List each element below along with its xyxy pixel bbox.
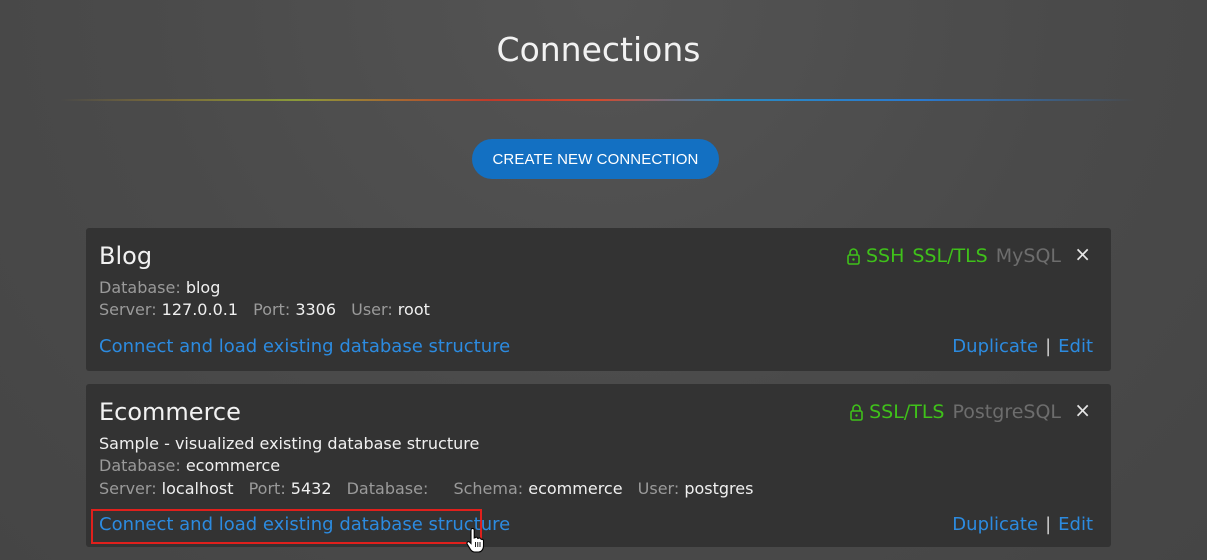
hand-pointer-icon: [466, 528, 484, 553]
duplicate-link[interactable]: Duplicate: [952, 514, 1038, 535]
close-icon[interactable]: ×: [1074, 400, 1091, 420]
server-line: Server: localhost Port: 5432 Database: S…: [99, 479, 754, 498]
connection-card-blog: Blog SSH SSL/TLS MySQL × Database: blog …: [86, 228, 1111, 371]
connect-load-link[interactable]: Connect and load existing database struc…: [99, 336, 510, 357]
port-value: 5432: [290, 479, 332, 498]
ssh-badge: SSH: [865, 245, 905, 267]
close-icon[interactable]: ×: [1074, 244, 1091, 264]
user-value: root: [397, 300, 430, 319]
edit-link[interactable]: Edit: [1058, 336, 1093, 357]
server-line: Server: 127.0.0.1 Port: 3306 User: root: [99, 300, 430, 319]
ssl-badge: SSL/TLS: [869, 401, 945, 423]
schema-value: ecommerce: [528, 479, 623, 498]
server-value: 127.0.0.1: [161, 300, 239, 319]
connection-badges: SSH SSL/TLS MySQL: [847, 245, 1061, 267]
card-actions: Duplicate | Edit: [952, 336, 1093, 357]
rainbow-divider: [60, 99, 1135, 101]
lock-icon: [850, 403, 863, 421]
server-value: localhost: [161, 479, 234, 498]
database-line: Database: ecommerce: [99, 456, 281, 475]
connection-name: Ecommerce: [99, 398, 241, 426]
create-new-connection-button[interactable]: CREATE NEW CONNECTION: [472, 139, 719, 179]
connection-name: Blog: [99, 242, 153, 270]
connections-page: Connections CREATE NEW CONNECTION Blog S…: [0, 0, 1207, 560]
edit-link[interactable]: Edit: [1058, 514, 1093, 535]
ssl-badge: SSL/TLS: [912, 245, 988, 267]
port-value: 3306: [295, 300, 337, 319]
separator: |: [1045, 336, 1052, 357]
user-value: postgres: [684, 479, 754, 498]
connection-description: Sample - visualized existing database st…: [99, 434, 480, 453]
card-actions: Duplicate | Edit: [952, 514, 1093, 535]
connection-card-ecommerce: Ecommerce SSL/TLS PostgreSQL × Sample - …: [86, 384, 1111, 547]
separator: |: [1045, 514, 1052, 535]
connection-badges: SSL/TLS PostgreSQL: [850, 401, 1061, 423]
connect-load-link[interactable]: Connect and load existing database struc…: [99, 514, 510, 535]
database-line: Database: blog: [99, 278, 221, 297]
db-type-badge: PostgreSQL: [952, 401, 1062, 423]
database-value: blog: [185, 278, 221, 297]
duplicate-link[interactable]: Duplicate: [952, 336, 1038, 357]
database-value: ecommerce: [185, 456, 281, 475]
lock-icon: [847, 247, 860, 265]
db-type-badge: MySQL: [995, 245, 1061, 267]
page-title: Connections: [496, 30, 701, 69]
